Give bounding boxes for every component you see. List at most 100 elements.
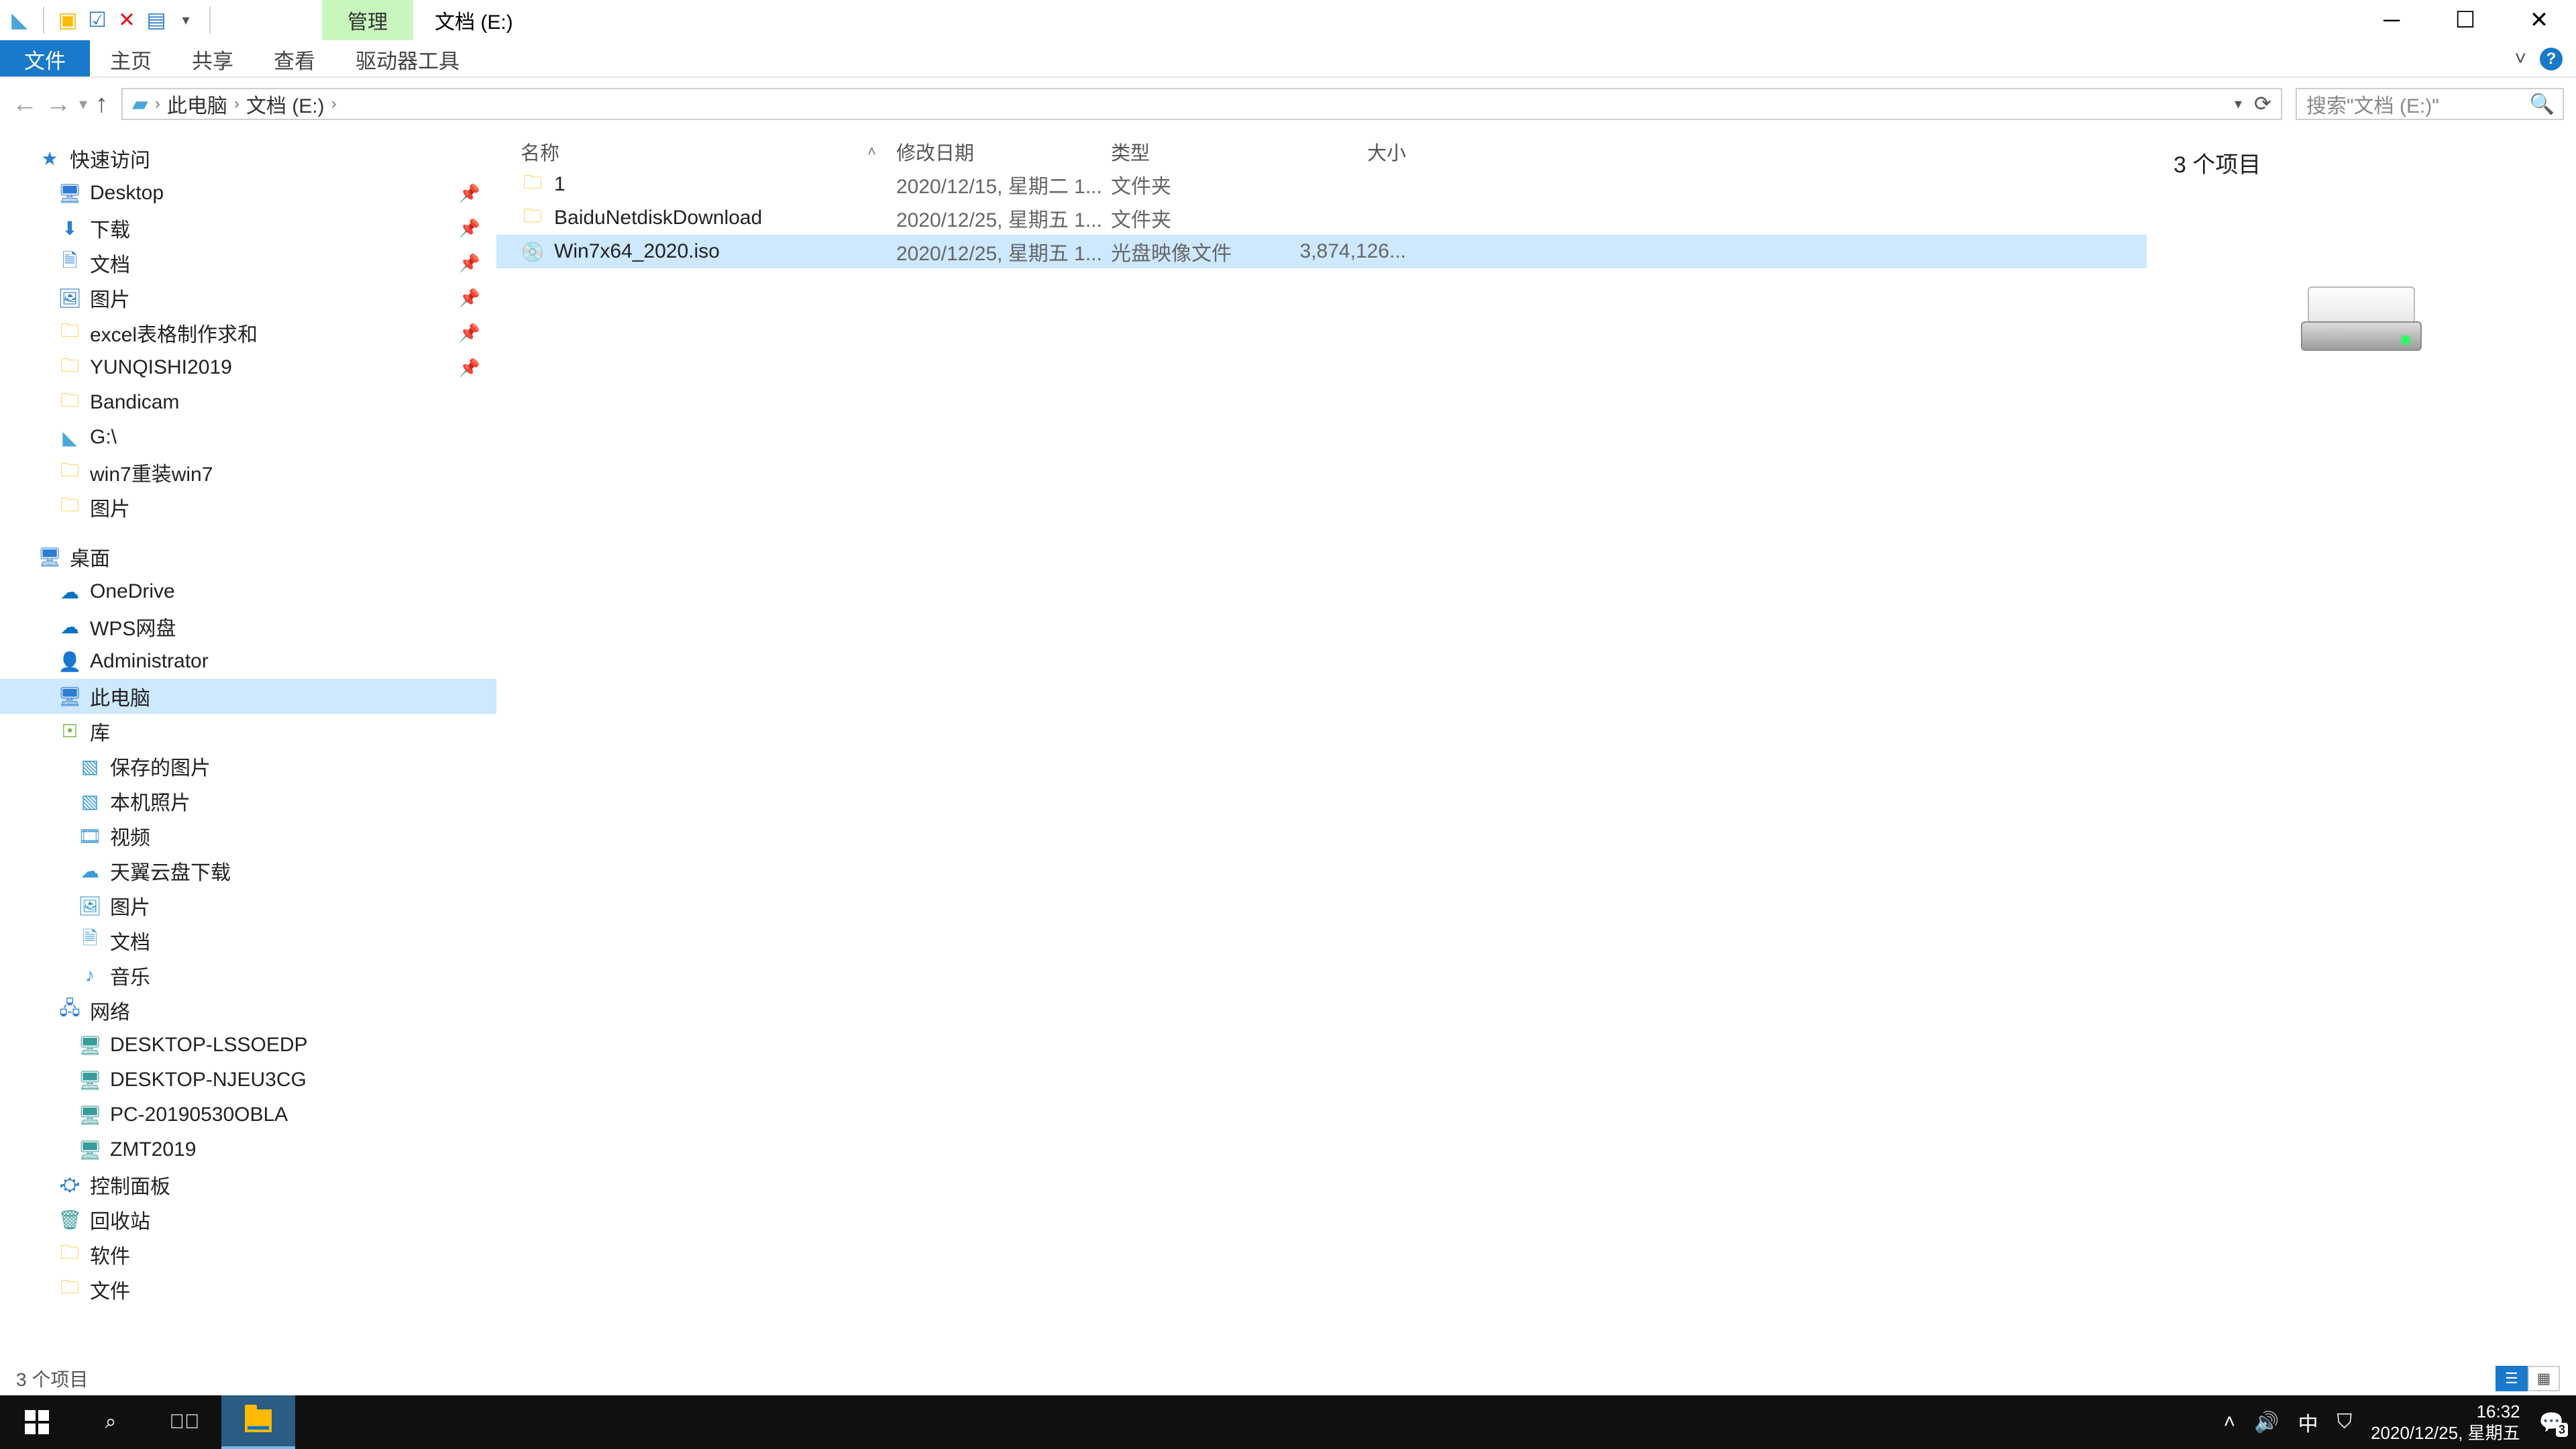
file-row[interactable]: 🗀1 2020/12/15, 星期二 1... 文件夹 [496, 168, 2147, 201]
start-button[interactable] [0, 1395, 74, 1449]
ribbon-tab-drive-tools[interactable]: 驱动器工具 [335, 40, 480, 78]
sidebar-item-user[interactable]: 👤Administrator [0, 644, 496, 679]
close-button[interactable]: ✕ [2502, 0, 2576, 40]
chevron-right-icon[interactable]: › [234, 95, 239, 113]
navigation-pane[interactable]: ★ 快速访问 🖥Desktop📌 ⬇下载📌 🗎文档📌 🖼图片📌 🗀excel表格… [0, 130, 496, 1362]
sidebar-item-library[interactable]: ☁天翼云盘下载 [0, 853, 496, 888]
sidebar-item-library[interactable]: 🎞视频 [0, 818, 496, 853]
sidebar-item-folder[interactable]: 🗀软件 [0, 1237, 496, 1272]
chevron-right-icon[interactable]: › [155, 95, 160, 113]
search-button[interactable]: ⌕ [74, 1395, 148, 1449]
file-row[interactable]: 💿Win7x64_2020.iso 2020/12/25, 星期五 1... 光… [496, 235, 2147, 268]
help-button[interactable]: ? [2540, 48, 2563, 70]
sidebar-item-recycle-bin[interactable]: 🗑回收站 [0, 1202, 496, 1237]
sidebar-item-network-pc[interactable]: 🖥DESKTOP-NJEU3CG [0, 1063, 496, 1097]
task-view-button[interactable]: ▭⃞ [148, 1395, 221, 1449]
sidebar-item-network-pc[interactable]: 🖥DESKTOP-LSSOEDP [0, 1028, 496, 1063]
ribbon-tab-share[interactable]: 共享 [172, 40, 254, 78]
chevron-right-icon[interactable]: › [331, 95, 337, 113]
sidebar-item-label: 图片 [90, 492, 130, 522]
sidebar-item-libraries[interactable]: 🞔库 [0, 714, 496, 749]
sidebar-item-library[interactable]: ♪音乐 [0, 958, 496, 993]
address-dropdown-icon[interactable]: ▾ [2235, 95, 2242, 113]
ribbon-tab-home[interactable]: 主页 [90, 40, 172, 78]
status-item-count: 3 个项目 [16, 1365, 88, 1392]
sidebar-item-control-panel[interactable]: ⛮控制面板 [0, 1167, 496, 1202]
sidebar-item-library[interactable]: 🖼图片 [0, 888, 496, 923]
sidebar-quick-access[interactable]: ★ 快速访问 [0, 141, 496, 176]
sidebar-item-label: 网络 [90, 996, 130, 1025]
breadcrumb[interactable]: 文档 (E:) [246, 89, 325, 119]
sidebar-item-pictures[interactable]: 🖼图片📌 [0, 280, 496, 315]
sidebar-item-this-pc[interactable]: 🖥此电脑 [0, 679, 496, 714]
tray-overflow-icon[interactable]: ˄ [2224, 1411, 2236, 1434]
details-view-button[interactable]: ☰ [2496, 1366, 2528, 1391]
sidebar-item-library[interactable]: ▧本机照片 [0, 784, 496, 818]
library-icon: ▧ [78, 754, 102, 778]
volume-icon[interactable]: 🔊 [2254, 1411, 2279, 1434]
contextual-tab-manage[interactable]: 管理 [322, 0, 413, 40]
sidebar-item-label: 图片 [90, 283, 130, 313]
maximize-button[interactable]: ☐ [2428, 0, 2502, 40]
folder-icon[interactable]: ▣ [55, 7, 80, 33]
cloud-icon: ☁ [58, 614, 82, 639]
minimize-button[interactable]: ─ [2355, 0, 2428, 40]
drive-icon: ◣ [58, 425, 82, 449]
sidebar-item-folder[interactable]: 🗀图片 [0, 490, 496, 525]
ribbon-tab-view[interactable]: 查看 [254, 40, 335, 78]
file-explorer-taskbar-button[interactable] [221, 1395, 295, 1449]
breadcrumb[interactable]: 此电脑 [167, 89, 227, 119]
sidebar-item-wps[interactable]: ☁WPS网盘 [0, 609, 496, 644]
drive-icon: ▰ [132, 92, 148, 116]
close-icon[interactable]: ✕ [114, 7, 140, 33]
action-center-button[interactable]: 💬 [2539, 1411, 2564, 1434]
ribbon-collapse-icon[interactable]: ˅ [2514, 48, 2526, 70]
sidebar-item-folder[interactable]: 🗀excel表格制作求和📌 [0, 315, 496, 350]
file-list[interactable]: 名称˄ 修改日期 类型 大小 🗀1 2020/12/15, 星期二 1... 文… [496, 130, 2147, 1362]
sidebar-item-desktop[interactable]: 🖥Desktop📌 [0, 176, 496, 211]
qat-dropdown-icon[interactable]: ▾ [173, 7, 199, 33]
refresh-button[interactable]: ⟳ [2254, 92, 2271, 116]
taskbar-time: 16:32 [2371, 1401, 2520, 1423]
column-header-type[interactable]: 类型 [1111, 138, 1292, 166]
sidebar-item-documents[interactable]: 🗎文档📌 [0, 246, 496, 280]
ribbon-tab-file[interactable]: 文件 [0, 40, 90, 78]
folder-icon: 🗀 [58, 460, 82, 484]
properties-icon[interactable]: ▤ [144, 7, 169, 33]
back-button[interactable]: ← [12, 90, 38, 119]
sidebar-item-label: 下载 [90, 213, 130, 243]
taskbar-clock[interactable]: 16:32 2020/12/25, 星期五 [2371, 1401, 2520, 1444]
sidebar-item-library[interactable]: 🗎文档 [0, 923, 496, 958]
sidebar-item-folder[interactable]: 🗀win7重装win7 [0, 455, 496, 490]
search-icon[interactable]: 🔍 [2530, 93, 2555, 116]
sidebar-desktop-root[interactable]: 🖥桌面 [0, 539, 496, 574]
cloud-download-icon: ☁ [78, 859, 102, 883]
sidebar-item-folder[interactable]: 🗀YUNQISHI2019📌 [0, 350, 496, 385]
column-header-date[interactable]: 修改日期 [896, 138, 1111, 166]
sidebar-item-onedrive[interactable]: ☁OneDrive [0, 574, 496, 609]
sidebar-item-library[interactable]: ▧保存的图片 [0, 749, 496, 784]
forward-button[interactable]: → [46, 90, 71, 119]
address-bar[interactable]: ▰ › 此电脑 › 文档 (E:) › ▾ ⟳ [121, 88, 2282, 120]
security-icon[interactable]: ⛉ [2337, 1411, 2353, 1434]
ime-indicator[interactable]: 中 [2298, 1407, 2318, 1437]
sidebar-item-downloads[interactable]: ⬇下载📌 [0, 211, 496, 246]
up-button[interactable]: ↑ [95, 90, 108, 119]
window-buttons: ─ ☐ ✕ [2355, 0, 2576, 40]
sidebar-item-network-pc[interactable]: 🖥PC-20190530OBLA [0, 1097, 496, 1132]
column-header-size[interactable]: 大小 [1292, 138, 1406, 166]
file-date: 2020/12/15, 星期二 1... [896, 170, 1111, 199]
search-input[interactable]: 搜索"文档 (E:)" 🔍 [2296, 88, 2564, 120]
thumbnails-view-button[interactable]: ▦ [2528, 1366, 2560, 1391]
column-header-name[interactable]: 名称˄ [521, 138, 896, 166]
sidebar-item-network-pc[interactable]: 🖥ZMT2019 [0, 1132, 496, 1167]
checkbox-icon[interactable]: ☑ [85, 7, 110, 33]
file-row[interactable]: 🗀BaiduNetdiskDownload 2020/12/25, 星期五 1.… [496, 201, 2147, 235]
sidebar-item-drive-g[interactable]: ◣G:\ [0, 420, 496, 455]
file-type: 光盘映像文件 [1111, 237, 1292, 266]
sidebar-item-network[interactable]: 🖧网络 [0, 993, 496, 1028]
sidebar-item-folder[interactable]: 🗀Bandicam [0, 385, 496, 420]
sidebar-item-label: YUNQISHI2019 [90, 356, 232, 379]
sidebar-item-folder[interactable]: 🗀文件 [0, 1272, 496, 1307]
history-dropdown-icon[interactable]: ▾ [79, 95, 87, 114]
